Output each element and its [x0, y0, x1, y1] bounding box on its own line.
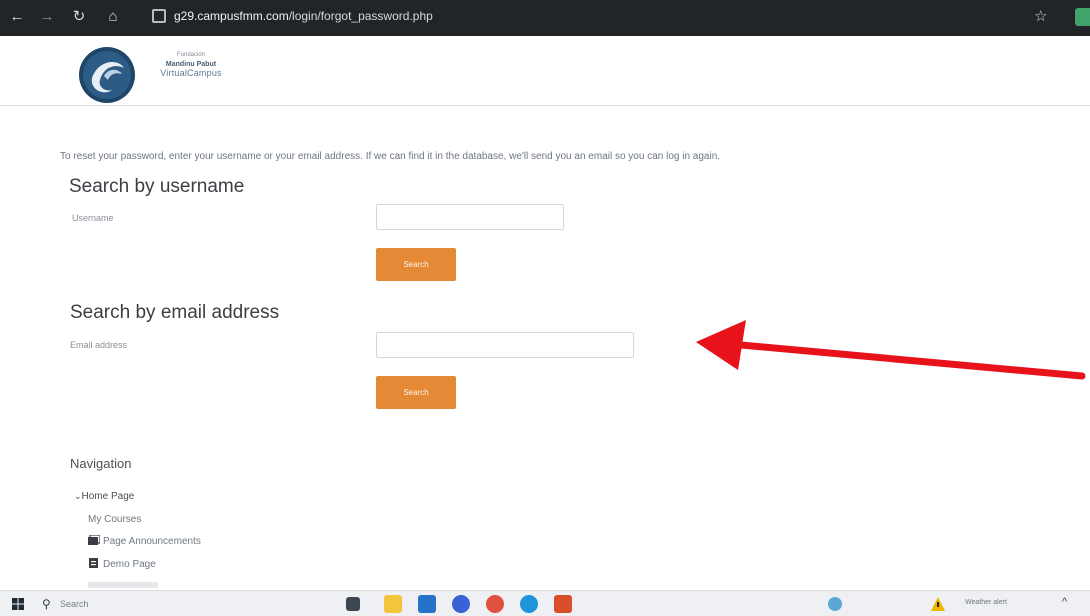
profile-avatar[interactable] — [1075, 8, 1090, 26]
username-label: Username — [72, 213, 114, 223]
email-section-heading: Search by email address — [70, 302, 280, 323]
search-email-button[interactable]: Search — [376, 376, 456, 409]
nav-demo-page-label: Demo Page — [103, 559, 156, 570]
store-icon[interactable] — [418, 595, 436, 613]
nav-page-announcements[interactable]: Page Announcements — [88, 535, 201, 547]
logo-wordmark[interactable]: Fundación Mandinu Pabut VirtualCampus — [146, 51, 236, 78]
page-icon — [89, 558, 98, 568]
bookmark-star-icon[interactable]: ☆ — [1034, 7, 1047, 25]
username-input[interactable] — [376, 204, 564, 230]
reload-icon[interactable]: ↻ — [70, 8, 88, 26]
home-icon[interactable]: ⌂ — [104, 8, 122, 26]
weather-alert-text[interactable]: Weather alert — [965, 599, 1007, 606]
weather-cloud-icon[interactable] — [828, 597, 842, 611]
calendar-app-icon[interactable] — [452, 595, 470, 613]
taskbar-search[interactable]: ⚲ Search — [38, 594, 218, 614]
chrome-icon[interactable] — [486, 595, 504, 613]
back-arrow-icon[interactable]: ← — [8, 8, 26, 26]
chevron-down-icon[interactable]: ⌄ — [74, 491, 82, 501]
windows-start-icon[interactable] — [12, 598, 24, 610]
nav-my-courses[interactable]: My Courses — [88, 514, 141, 525]
reset-instructions: To reset your password, enter your usern… — [60, 151, 721, 162]
nav-truncated-item — [88, 582, 158, 588]
powerpoint-icon[interactable] — [554, 595, 572, 613]
username-section-heading: Search by username — [69, 176, 245, 197]
logo-line-1: Fundación — [176, 52, 206, 58]
url-path: /login/forgot_password.php — [288, 9, 433, 23]
arrow-shaft — [726, 340, 1086, 380]
folders-icon — [88, 535, 100, 545]
file-explorer-icon[interactable] — [384, 595, 402, 613]
browser-toolbar: ← → ↻ ⌂ g29.campusfmm.com/login/forgot_p… — [0, 0, 1090, 36]
email-label: Email address — [70, 340, 128, 350]
task-view-icon[interactable] — [346, 597, 360, 611]
nav-home-label: Home Page — [81, 491, 135, 502]
arrow-head — [696, 320, 746, 370]
tray-chevron-icon[interactable]: ^ — [1062, 596, 1067, 608]
search-icon: ⚲ — [42, 597, 51, 611]
logo-line-3: VirtualCampus — [160, 68, 222, 78]
nav-page-announcements-label: Page Announcements — [103, 536, 201, 547]
navigation-heading: Navigation — [70, 456, 132, 471]
site-header: Fundación Mandinu Pabut VirtualCampus — [0, 36, 1090, 106]
warning-triangle-icon[interactable] — [930, 596, 946, 612]
nav-home-page[interactable]: ⌄Home Page — [74, 491, 134, 502]
os-taskbar: ⚲ Search Weather alert ^ — [0, 590, 1090, 616]
taskbar-search-placeholder: Search — [60, 599, 89, 609]
search-username-button[interactable]: Search — [376, 248, 456, 281]
email-input[interactable] — [376, 332, 634, 358]
red-arrow-annotation — [696, 320, 1086, 380]
edge-icon[interactable] — [520, 595, 538, 613]
campus-logo-icon[interactable] — [78, 46, 136, 104]
address-bar[interactable]: g29.campusfmm.com/login/forgot_password.… — [174, 9, 433, 23]
site-info-icon[interactable] — [152, 9, 166, 23]
forward-arrow-icon[interactable]: → — [38, 8, 56, 26]
url-host: g29.campusfmm.com — [174, 9, 289, 23]
nav-demo-page[interactable]: Demo Page — [88, 558, 156, 570]
